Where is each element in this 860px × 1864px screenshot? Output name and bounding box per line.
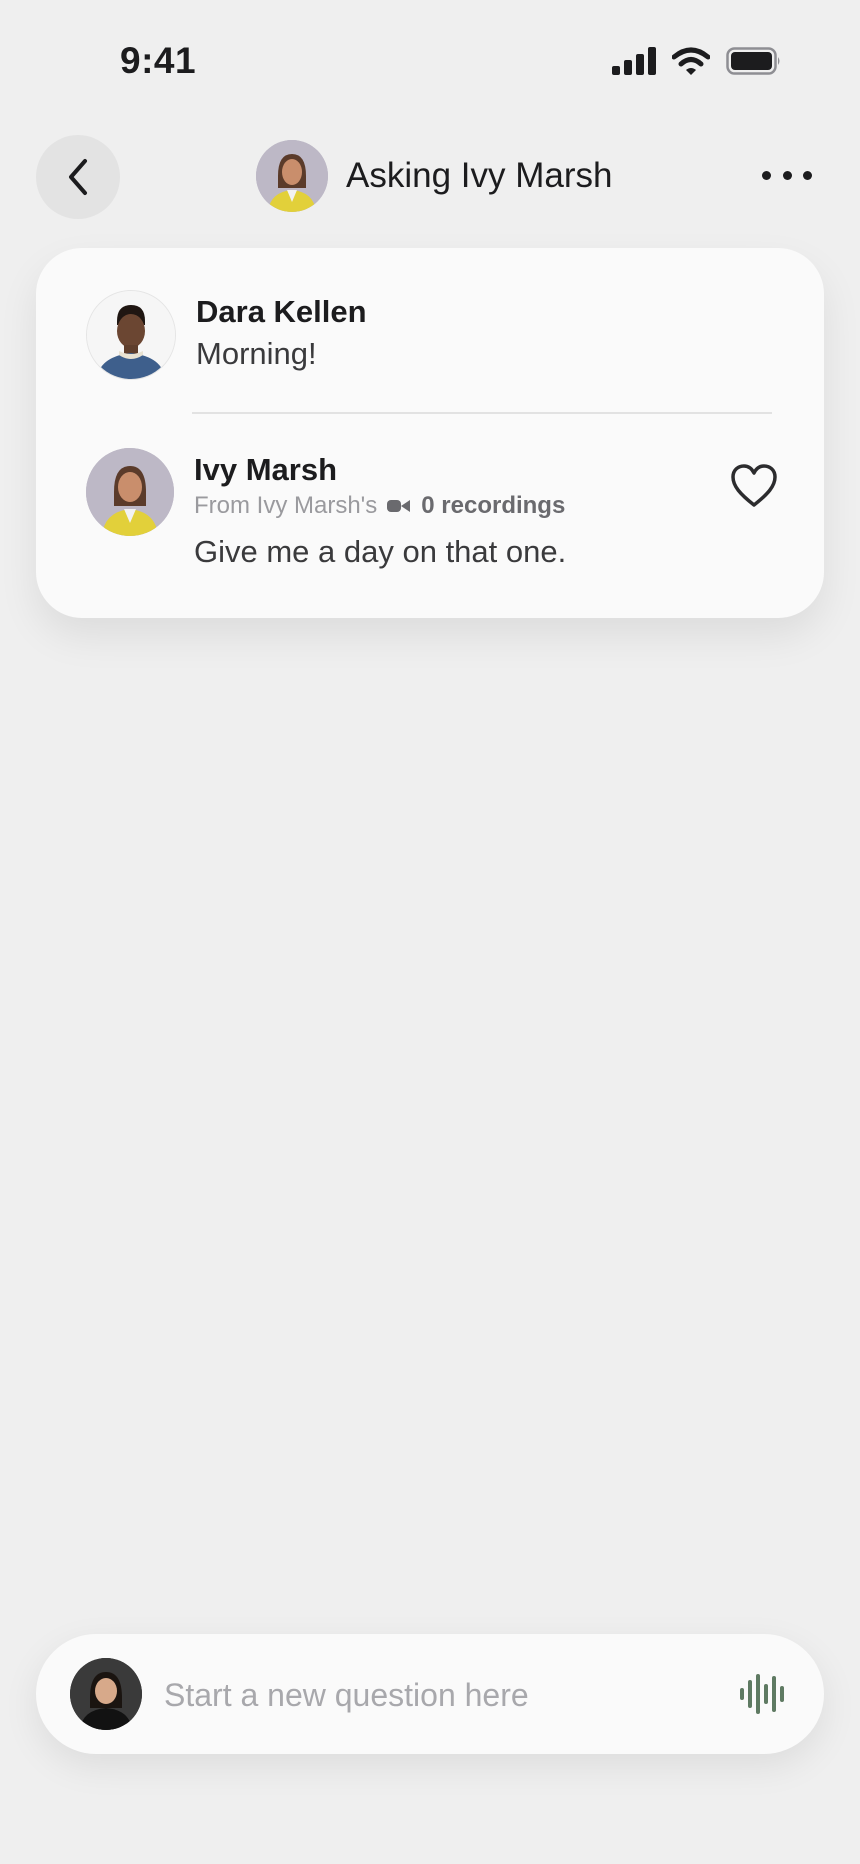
voice-waveform-icon xyxy=(740,1674,784,1714)
status-time: 9:41 xyxy=(120,40,197,81)
back-button[interactable] xyxy=(36,135,120,219)
status-icons xyxy=(612,47,782,75)
message-body: Ivy Marsh From Ivy Marsh's 0 recordings … xyxy=(194,448,566,570)
divider xyxy=(192,412,772,414)
wifi-icon xyxy=(672,47,710,75)
thread-card: Dara Kellen Morning! Ivy Marsh From Ivy … xyxy=(36,248,824,618)
recording-icon xyxy=(387,500,411,512)
nav-title-group: Asking Ivy Marsh xyxy=(256,140,612,212)
nav-header: Asking Ivy Marsh xyxy=(0,130,860,220)
user-avatar[interactable] xyxy=(70,1658,142,1730)
battery-icon xyxy=(726,47,780,75)
signal-icon xyxy=(612,47,656,75)
message-item[interactable]: Dara Kellen Morning! xyxy=(86,290,367,380)
voice-input-button[interactable] xyxy=(740,1672,788,1721)
message-author: Ivy Marsh xyxy=(194,452,338,487)
more-options-button[interactable] xyxy=(762,160,812,190)
question-input[interactable] xyxy=(162,1664,726,1726)
message-item[interactable]: Ivy Marsh From Ivy Marsh's 0 recordings … xyxy=(86,448,786,570)
message-author: Dara Kellen xyxy=(196,294,367,329)
question-composer xyxy=(36,1634,824,1754)
message-text: Give me a day on that one. xyxy=(194,534,567,569)
recordings-count[interactable]: 0 recordings xyxy=(421,492,565,520)
message-meta: From Ivy Marsh's 0 recordings xyxy=(194,492,566,520)
page-title: Asking Ivy Marsh xyxy=(346,156,613,195)
message-source: From Ivy Marsh's xyxy=(194,492,378,519)
avatar xyxy=(86,448,174,536)
avatar xyxy=(86,290,176,380)
message-body: Dara Kellen Morning! xyxy=(196,290,367,380)
status-bar: 9:41 xyxy=(0,0,860,120)
avatar xyxy=(256,140,328,212)
heart-icon xyxy=(731,464,777,507)
message-text: Morning! xyxy=(196,336,317,371)
back-chevron-icon xyxy=(69,159,87,195)
like-button[interactable] xyxy=(730,464,778,513)
more-dots-icon xyxy=(762,170,771,180)
